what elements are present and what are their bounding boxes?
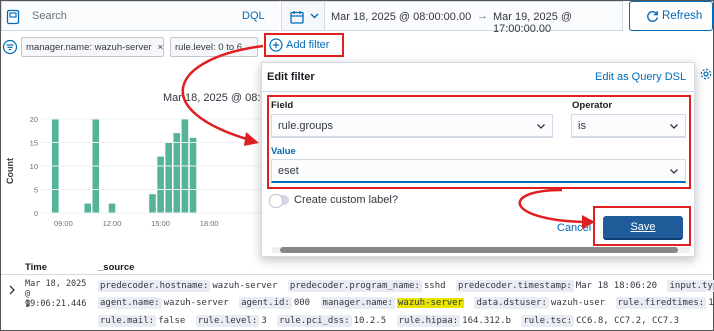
source-key: predecoder.hostname:	[98, 280, 211, 292]
annotation-arrow-field	[181, 44, 264, 142]
source-key: input.type:	[667, 280, 714, 292]
source-value: 10.2.5	[353, 316, 387, 326]
source-key: rule.mail:	[98, 315, 157, 327]
source-key: predecoder.timestamp:	[455, 280, 574, 292]
annotation-arrowhead	[244, 132, 259, 146]
source-value: 164.312.b	[462, 316, 511, 326]
source-wrap-lead: g	[25, 298, 31, 308]
column-header-source[interactable]: _source	[98, 262, 134, 273]
source-value: wazuh-user	[550, 298, 606, 308]
row-time-date: Mar 18, 2025	[25, 279, 87, 289]
source-line-1: predecoder.hostname: wazuh-server predeco…	[98, 280, 714, 292]
source-value: 1	[708, 298, 714, 308]
source-line-2: g agent.name: wazuh-server agent.id: 000 m…	[25, 297, 714, 309]
annotation-arrow-save	[518, 188, 586, 224]
source-value: false	[158, 316, 186, 326]
source-key: rule.tsc:	[521, 315, 575, 327]
source-key: predecoder.program_name:	[287, 280, 422, 292]
source-key: data.dstuser:	[474, 297, 549, 309]
source-value: CC6.8, CC7.2, CC7.3	[576, 316, 680, 326]
highlighted-value: wazuh-server	[396, 298, 465, 308]
source-key: rule.level:	[195, 315, 260, 327]
source-value: wazuh-server	[163, 298, 229, 308]
divider	[1, 274, 713, 275]
source-value: wazuh-server	[212, 281, 278, 291]
source-value: 000	[293, 298, 311, 308]
source-line-3: rule.mail: false rule.level: 3 rule.pci_ds…	[98, 315, 680, 327]
source-value: sshd	[423, 281, 446, 291]
source-key: rule.firedtimes:	[615, 297, 707, 309]
row-timestamp: Mar 18, 2025 @ 19:06:21.446	[25, 279, 95, 309]
source-key: agent.name:	[98, 297, 162, 309]
source-key: manager.name:	[320, 297, 395, 309]
source-value: 3	[261, 316, 267, 326]
expand-row-icon[interactable]	[8, 285, 16, 298]
source-value: Mar 18 18:06:20	[575, 281, 658, 291]
source-key: rule.hipaa:	[396, 315, 461, 327]
source-key: rule.pci_dss:	[277, 315, 352, 327]
row-time-at: @	[25, 289, 31, 299]
column-header-time[interactable]: Time	[25, 262, 47, 273]
row-time-clock: 19:06:21.446	[25, 299, 87, 309]
annotation-arrowhead	[582, 215, 595, 229]
source-key: agent.id:	[239, 297, 292, 309]
